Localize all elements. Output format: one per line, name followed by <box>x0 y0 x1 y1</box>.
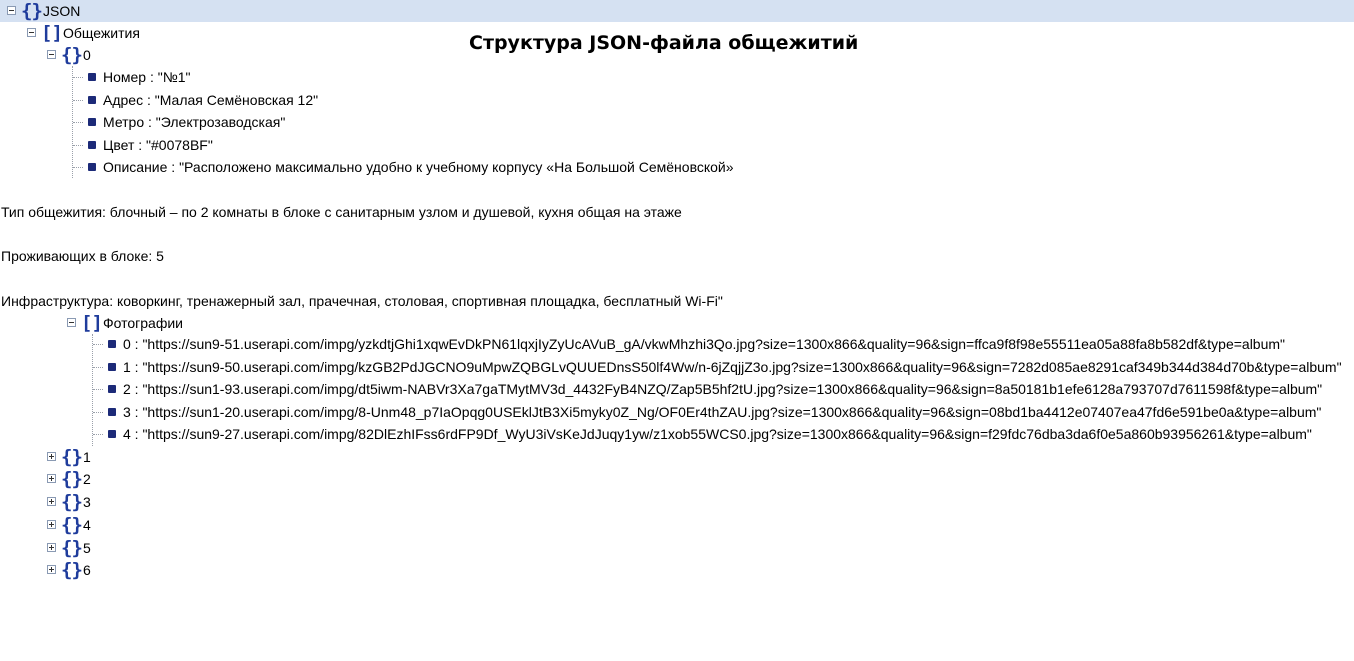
expand-toggle-icon[interactable] <box>47 520 56 529</box>
expand-toggle-icon[interactable] <box>47 565 56 574</box>
tree-connector <box>93 389 103 390</box>
collapse-toggle-icon[interactable] <box>47 50 56 59</box>
page-title: Структура JSON-файла общежитий <box>469 32 859 54</box>
tree-connector <box>73 167 83 168</box>
object-icon: {} <box>61 514 83 536</box>
object-icon: {} <box>61 537 83 559</box>
dorm-item-5[interactable]: {} 5 <box>0 537 200 559</box>
expand-toggle-icon[interactable] <box>47 543 56 552</box>
dorm-item-3[interactable]: {} 3 <box>0 491 200 513</box>
field-row[interactable]: Описание : "Расположено максимально удоб… <box>0 156 800 178</box>
root-node[interactable]: {} JSON <box>0 0 200 22</box>
photo-url-row[interactable]: 1 : "https://sun9-50.userapi.com/impg/kz… <box>0 356 1342 378</box>
photo-url-row[interactable]: 2 : "https://sun1-93.userapi.com/impg/dt… <box>0 378 1340 400</box>
tree-connector <box>93 344 103 345</box>
tree-connector <box>73 100 83 101</box>
collapse-toggle-icon[interactable] <box>7 6 16 15</box>
photo-url-text: 4 : "https://sun9-27.userapi.com/impg/82… <box>123 426 1312 442</box>
collapse-toggle-icon[interactable] <box>27 28 36 37</box>
root-label: JSON <box>43 3 81 19</box>
tree-connector <box>93 367 103 368</box>
field-bullet-icon <box>88 141 96 149</box>
photo-url-row[interactable]: 0 : "https://sun9-51.userapi.com/impg/yz… <box>0 333 1340 355</box>
field-text: Адрес : "Малая Семёновская 12" <box>103 92 319 108</box>
item-index-label: 4 <box>83 517 91 533</box>
field-bullet-icon <box>108 408 116 416</box>
field-row[interactable]: Адрес : "Малая Семёновская 12" <box>0 89 700 111</box>
photo-url-row[interactable]: 4 : "https://sun9-27.userapi.com/impg/82… <box>0 423 1340 445</box>
tree-connector <box>73 122 83 123</box>
photo-url-text: 3 : "https://sun1-20.userapi.com/impg/8-… <box>123 404 1322 420</box>
tree-connector <box>73 77 83 78</box>
photo-url-row[interactable]: 3 : "https://sun1-20.userapi.com/impg/8-… <box>0 401 1340 423</box>
field-row[interactable]: Номер : "№1" <box>0 66 700 88</box>
field-bullet-icon <box>88 118 96 126</box>
field-bullet-icon <box>108 363 116 371</box>
object-icon: {} <box>61 44 83 66</box>
dorms-label: Общежития <box>63 25 140 41</box>
photo-url-text: 0 : "https://sun9-51.userapi.com/impg/yz… <box>123 336 1286 352</box>
field-bullet-icon <box>108 430 116 438</box>
item-index-label: 3 <box>83 494 91 510</box>
root-row-highlight <box>0 0 1354 22</box>
description-paragraph: Инфраструктура: коворкинг, тренажерный з… <box>1 293 723 309</box>
field-bullet-icon <box>108 385 116 393</box>
field-row[interactable]: Метро : "Электрозаводская" <box>0 111 700 133</box>
object-icon: {} <box>61 559 83 581</box>
field-bullet-icon <box>88 96 96 104</box>
field-row[interactable]: Цвет : "#0078BF" <box>0 134 700 156</box>
expand-toggle-icon[interactable] <box>47 474 56 483</box>
field-text: Описание : "Расположено максимально удоб… <box>103 159 734 175</box>
array-icon: [] <box>81 312 103 334</box>
dorm-item-6[interactable]: {} 6 <box>0 559 200 581</box>
item-index-label: 5 <box>83 540 91 556</box>
tree-connector <box>73 145 83 146</box>
dorm-item-2[interactable]: {} 2 <box>0 468 200 490</box>
tree-connector <box>93 412 103 413</box>
dorm-item-4[interactable]: {} 4 <box>0 514 200 536</box>
object-icon: {} <box>61 468 83 490</box>
photos-array-node[interactable]: [] Фотографии <box>0 312 300 334</box>
field-text: Метро : "Электрозаводская" <box>103 114 286 130</box>
dorm-item-0[interactable]: {} 0 <box>0 44 200 66</box>
field-text: Цвет : "#0078BF" <box>103 137 213 153</box>
dorm-item-1[interactable]: {} 1 <box>0 446 200 468</box>
object-icon: {} <box>21 0 43 22</box>
description-paragraph: Проживающих в блоке: 5 <box>1 248 164 264</box>
field-bullet-icon <box>108 340 116 348</box>
object-icon: {} <box>61 491 83 513</box>
item-index-label: 1 <box>83 449 91 465</box>
item-index-label: 0 <box>83 47 91 63</box>
photo-url-text: 1 : "https://sun9-50.userapi.com/impg/kz… <box>123 359 1342 375</box>
expand-toggle-icon[interactable] <box>47 452 56 461</box>
collapse-toggle-icon[interactable] <box>67 318 76 327</box>
tree-connector <box>93 434 103 435</box>
field-bullet-icon <box>88 73 96 81</box>
expand-toggle-icon[interactable] <box>47 497 56 506</box>
photos-label: Фотографии <box>103 315 184 331</box>
object-icon: {} <box>61 446 83 468</box>
array-icon: [] <box>41 22 63 44</box>
field-text: Номер : "№1" <box>103 69 191 85</box>
dorms-array-node[interactable]: [] Общежития <box>0 22 300 44</box>
item-index-label: 2 <box>83 471 91 487</box>
photo-url-text: 2 : "https://sun1-93.userapi.com/impg/dt… <box>123 381 1323 397</box>
field-bullet-icon <box>88 163 96 171</box>
item-index-label: 6 <box>83 562 91 578</box>
description-paragraph: Тип общежития: блочный – по 2 комнаты в … <box>1 204 682 220</box>
